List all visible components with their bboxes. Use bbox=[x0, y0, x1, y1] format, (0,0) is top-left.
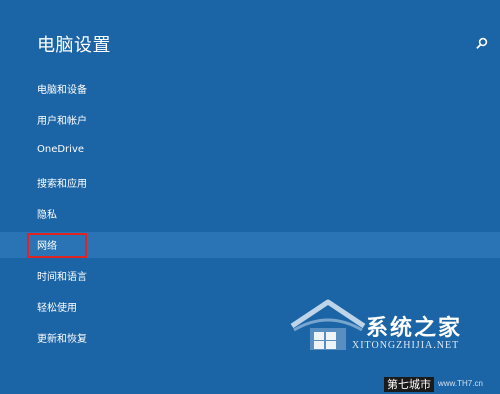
nav-item-pc-and-devices[interactable]: 电脑和设备 bbox=[0, 76, 500, 102]
nav-item-label: 隐私 bbox=[37, 210, 57, 221]
nav-item-accounts[interactable]: 用户和帐户 bbox=[0, 107, 500, 133]
nav-item-label: 更新和恢复 bbox=[37, 334, 87, 345]
nav-item-label: 电脑和设备 bbox=[37, 85, 87, 96]
footer: 第七城市 www.TH7.cn bbox=[0, 375, 500, 394]
nav-item-label: 轻松使用 bbox=[37, 303, 77, 314]
nav-item-label: 搜索和应用 bbox=[37, 179, 87, 190]
page-title: 电脑设置 bbox=[37, 35, 111, 56]
watermark: 系统之家 XITONGZHIJIA.NET bbox=[288, 296, 484, 356]
footer-url: www.TH7.cn bbox=[438, 379, 483, 388]
watermark-site-name: 系统之家 bbox=[366, 316, 463, 341]
nav-item-privacy[interactable]: 隐私 bbox=[0, 201, 500, 227]
nav-item-label: 用户和帐户 bbox=[37, 116, 87, 127]
footer-brand: 第七城市 bbox=[384, 377, 434, 392]
nav-item-onedrive[interactable]: OneDrive bbox=[0, 139, 500, 165]
search-button[interactable] bbox=[474, 36, 490, 52]
watermark-site-url: XITONGZHIJIA.NET bbox=[352, 340, 460, 351]
search-icon bbox=[476, 37, 488, 49]
nav-item-label: 时间和语言 bbox=[37, 272, 87, 283]
highlight-box bbox=[27, 233, 87, 258]
nav-item-time-and-language[interactable]: 时间和语言 bbox=[0, 263, 500, 289]
nav-item-search-and-apps[interactable]: 搜索和应用 bbox=[0, 170, 500, 196]
nav-item-label: OneDrive bbox=[37, 144, 85, 155]
